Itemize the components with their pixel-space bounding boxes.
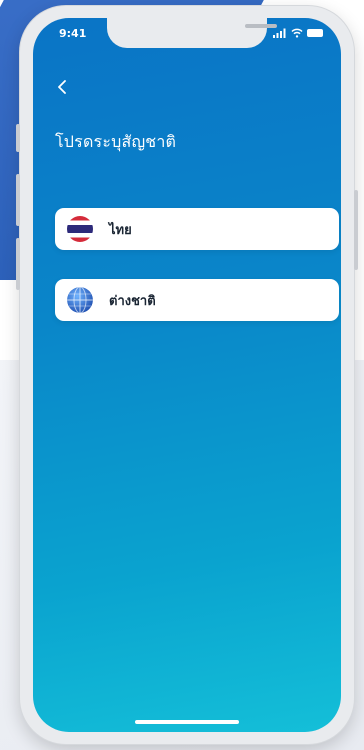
chevron-left-icon <box>58 80 66 94</box>
thailand-flag-icon <box>67 216 93 242</box>
phone-side-button <box>16 238 20 290</box>
option-foreigner-label: ต่างชาติ <box>109 293 156 309</box>
phone-screen: 9:41 โปรดระบุสัญชาติ ไทย ต่างชาติ <box>33 18 341 732</box>
battery-icon <box>307 29 323 37</box>
phone-side-button <box>16 174 20 226</box>
page-title: โปรดระบุสัญชาติ <box>55 132 177 151</box>
home-indicator <box>135 720 239 724</box>
phone-side-button <box>16 124 20 152</box>
status-icons <box>273 28 323 38</box>
phone-side-button <box>354 190 358 270</box>
option-thai[interactable]: ไทย <box>55 208 339 250</box>
phone-frame: 9:41 โปรดระบุสัญชาติ ไทย ต่างชาติ <box>16 6 358 744</box>
globe-icon <box>67 287 93 313</box>
back-button[interactable] <box>51 76 73 98</box>
option-foreigner[interactable]: ต่างชาติ <box>55 279 339 321</box>
notch <box>107 18 277 48</box>
wifi-icon <box>291 28 303 38</box>
signal-icon <box>273 28 286 38</box>
option-thai-label: ไทย <box>109 222 132 238</box>
status-time: 9:41 <box>59 27 87 40</box>
